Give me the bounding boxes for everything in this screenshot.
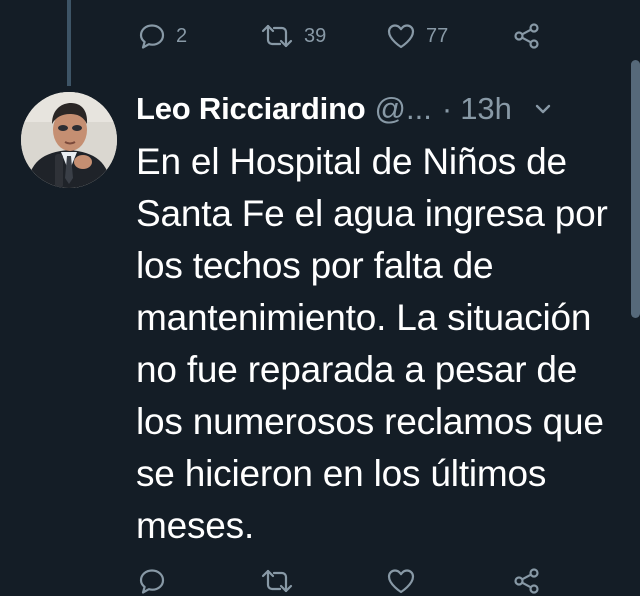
tweet-timestamp[interactable]: 13h (460, 91, 512, 127)
retweet-count: 39 (304, 24, 327, 47)
retweet-icon (260, 22, 294, 50)
heart-icon (386, 567, 416, 595)
share-button[interactable] (512, 22, 542, 50)
like-count: 77 (426, 24, 449, 47)
separator-dot: · (441, 91, 453, 126)
avatar[interactable] (21, 92, 117, 188)
like-button[interactable]: 77 (386, 22, 512, 50)
thread-connector-line (67, 0, 71, 86)
share-icon (512, 22, 542, 50)
chevron-down-icon (535, 104, 551, 114)
scrollbar[interactable] (631, 60, 640, 318)
tweet-header: Leo Ricciardino @... · 13h (136, 86, 552, 132)
tweet-reply-button[interactable] (138, 567, 260, 595)
retweet-icon (260, 567, 294, 595)
tweet-menu-button[interactable] (534, 103, 552, 115)
tweet-text: En el Hospital de Niños de Santa Fe el a… (136, 141, 608, 546)
retweet-button[interactable]: 39 (260, 22, 386, 50)
reply-button[interactable]: 2 (138, 22, 260, 50)
previous-tweet-action-bar: 2 39 77 (138, 18, 542, 54)
author-handle[interactable]: @... (375, 91, 432, 127)
reply-icon (138, 567, 166, 595)
tweet-retweet-button[interactable] (260, 567, 386, 595)
reply-count: 2 (176, 24, 188, 47)
share-icon (512, 567, 542, 595)
heart-icon (386, 22, 416, 50)
tweet-like-button[interactable] (386, 567, 512, 595)
tweet-share-button[interactable] (512, 567, 542, 595)
tweet-action-bar (138, 566, 542, 596)
author-name[interactable]: Leo Ricciardino (136, 91, 366, 127)
reply-icon (138, 22, 166, 50)
